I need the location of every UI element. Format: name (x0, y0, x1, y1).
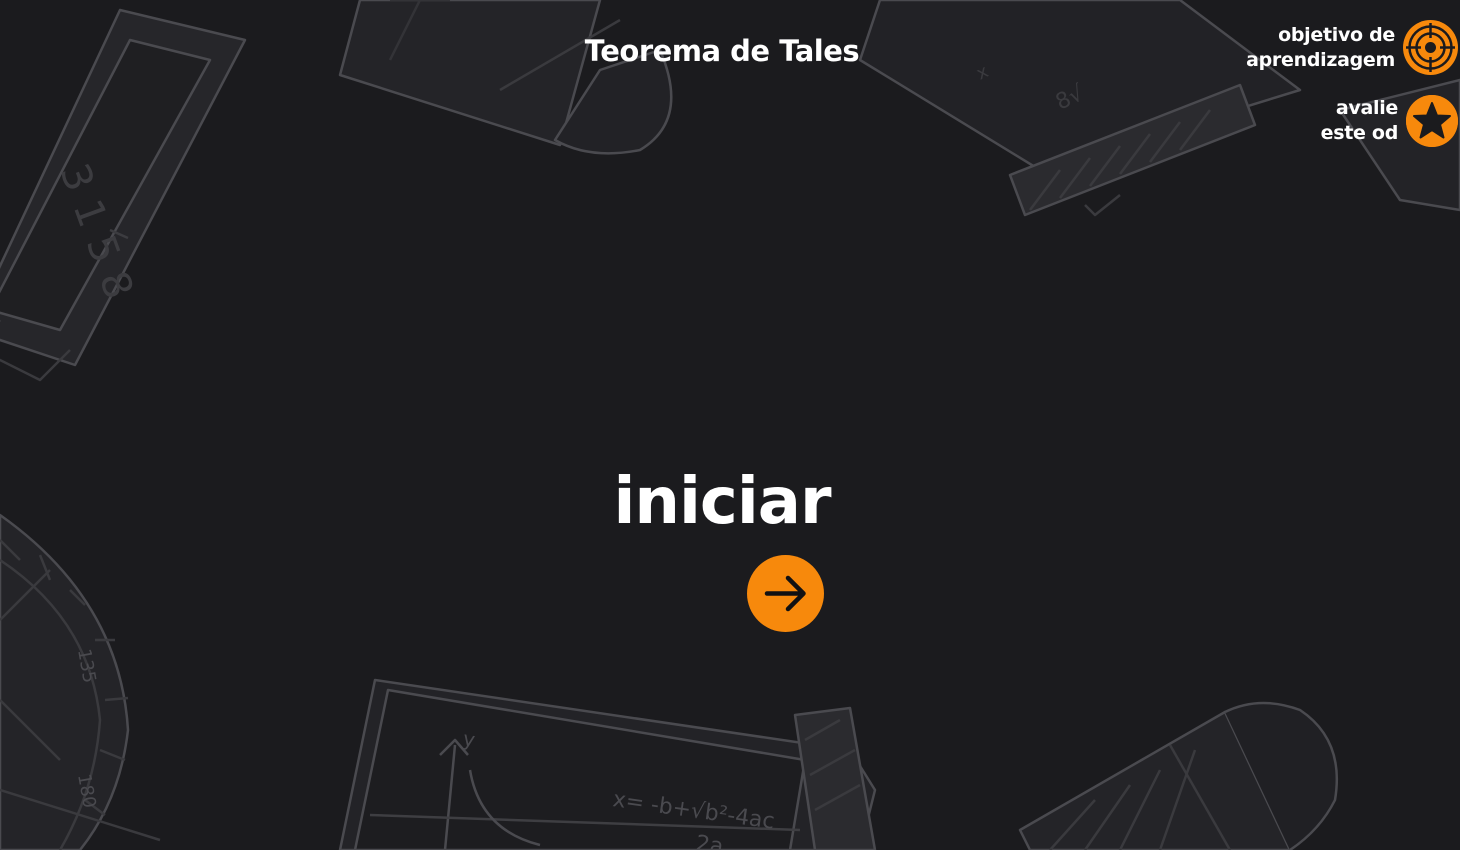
calculator-doodle: 3 1 5 8 (0, 8, 247, 382)
start-screen: 3 1 5 8 8√ x 135 180 y x= -b+√b²-4ac 2a … (0, 0, 1460, 850)
board-doodle-bottom: y x= -b+√b²-4ac 2a (338, 678, 877, 850)
svg-text:2a: 2a (694, 831, 725, 850)
start-button[interactable] (747, 555, 824, 632)
page-title: Teorema de Tales (584, 34, 860, 68)
star-icon[interactable] (1406, 95, 1458, 147)
target-icon-graphic (1404, 21, 1457, 74)
star-icon-graphic (1406, 95, 1458, 147)
ruler-doodle (338, 0, 673, 155)
rate-od-button[interactable]: avalie este od (1321, 95, 1458, 147)
background-illustration: 3 1 5 8 8√ x 135 180 y x= -b+√b²-4ac 2a (0, 0, 1460, 850)
start-label[interactable]: iniciar (560, 465, 884, 539)
learning-objective-label: objetivo de aprendizagem (1246, 23, 1395, 71)
rate-od-label: avalie este od (1320, 97, 1399, 144)
target-icon[interactable] (1403, 20, 1458, 75)
learning-objective-button[interactable]: objetivo de aprendizagem (1246, 20, 1458, 75)
arrow-right-icon (764, 575, 806, 612)
protractor-doodle: 135 180 (0, 513, 161, 850)
eraser-doodle (1018, 701, 1339, 850)
